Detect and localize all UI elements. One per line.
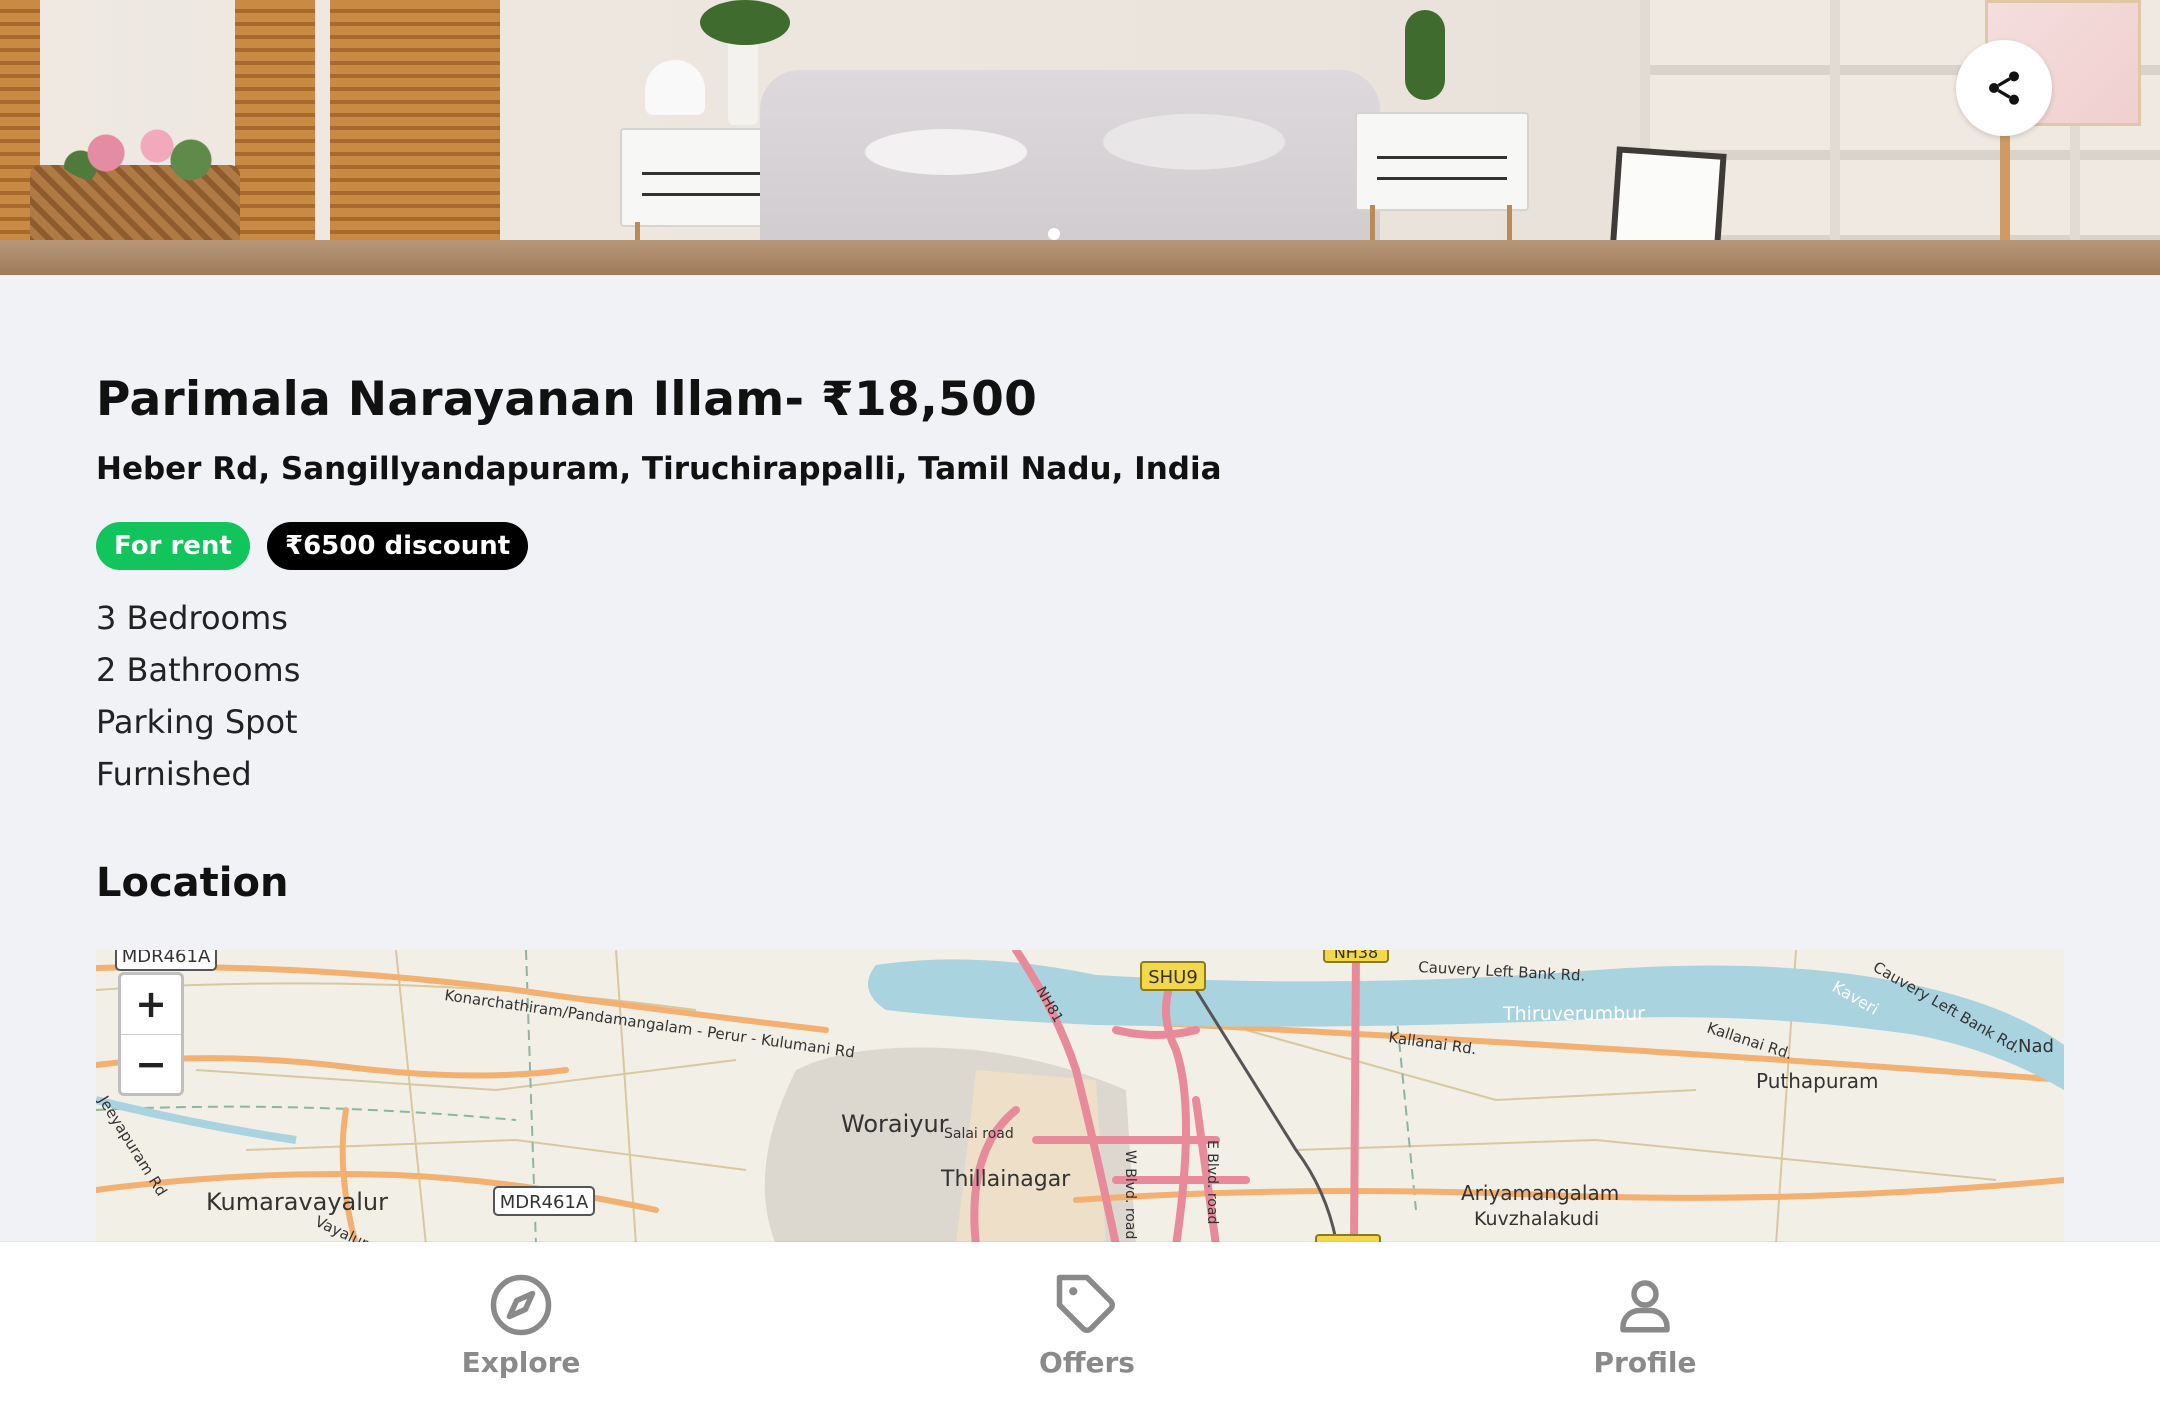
- share-icon: [1989, 71, 2019, 105]
- map-shield-shu9: SHU9: [1140, 961, 1206, 991]
- location-map[interactable]: MDR461A MDR461A SHU9 NH38 Konarchathiram…: [96, 950, 2064, 1245]
- map-shield-nh: NH38: [1323, 950, 1389, 963]
- shutter: [330, 0, 500, 275]
- map-label-e-blvd: E Blvd. road: [1204, 1140, 1220, 1224]
- nav-offers[interactable]: Offers: [987, 1272, 1187, 1379]
- map-label-thiruverumbur: Thiruverumbur: [1502, 1003, 1645, 1025]
- feature-furnished: Furnished: [96, 755, 252, 793]
- listing-address: Heber Rd, Sangillyandapuram, Tiruchirapp…: [96, 451, 1222, 487]
- map-label-puthapuram: Puthapuram: [1756, 1069, 1879, 1093]
- nav-profile[interactable]: Profile: [1545, 1272, 1745, 1379]
- shutter: [235, 0, 315, 275]
- location-heading: Location: [96, 860, 289, 906]
- for-rent-badge: For rent: [96, 522, 250, 570]
- svg-text:MDR461A: MDR461A: [500, 1192, 589, 1213]
- compass-icon: [490, 1274, 552, 1336]
- map-shield-mdr-top: MDR461A: [115, 950, 217, 971]
- hero-floor: [0, 240, 2160, 275]
- svg-text:SHU9: SHU9: [1148, 967, 1198, 988]
- map-label-ariyamangalam: Ariyamangalam: [1461, 1181, 1619, 1205]
- discount-badge: ₹6500 discount: [267, 522, 529, 570]
- share-button[interactable]: [1956, 40, 2052, 136]
- map-zoom-control: + −: [118, 972, 184, 1096]
- map-label-kuvzhalakudi: Kuvzhalakudi: [1474, 1208, 1599, 1230]
- map-shield-mdr-mid: MDR461A: [493, 1186, 595, 1216]
- map-label-w-blvd: W Blvd. road: [1122, 1150, 1138, 1239]
- map-label-salai-road: Salai road: [944, 1126, 1014, 1142]
- feature-bathrooms: 2 Bathrooms: [96, 651, 301, 689]
- slide-indicator-dot[interactable]: [1048, 228, 1060, 240]
- map-label-nad: Nad: [2018, 1036, 2054, 1057]
- plant: [700, 0, 790, 45]
- lamp: [645, 60, 705, 115]
- zoom-in-button[interactable]: +: [121, 975, 181, 1035]
- plant: [1405, 10, 1445, 100]
- person-icon: [1620, 1280, 1670, 1333]
- nav-explore-label: Explore: [461, 1346, 581, 1379]
- feature-list: 3 Bedrooms 2 Bathrooms Parking Spot Furn…: [96, 598, 300, 806]
- hero-image: [0, 0, 2160, 275]
- svg-text:NH38: NH38: [1334, 950, 1378, 962]
- map-label-kallanai: Kallanai Rd.: [1387, 1028, 1477, 1058]
- nav-explore[interactable]: Explore: [421, 1272, 621, 1379]
- svg-text:MDR461A: MDR461A: [122, 950, 211, 967]
- map-canvas[interactable]: MDR461A MDR461A SHU9 NH38 Konarchathiram…: [96, 950, 2064, 1245]
- bottom-navigation: Explore Offers Profile: [0, 1242, 2160, 1413]
- map-label-vayalur: Vayalur: [312, 1212, 371, 1245]
- map-label-woraiyur: Woraiyur: [841, 1110, 949, 1138]
- listing-title: Parimala Narayanan Illam- ₹18,500: [96, 372, 1038, 427]
- nightstand-right: [1355, 112, 1529, 211]
- flowers: [55, 118, 225, 188]
- tag-icon: [1056, 1274, 1115, 1333]
- feature-bedrooms: 3 Bedrooms: [96, 599, 288, 637]
- nav-offers-label: Offers: [1039, 1346, 1135, 1379]
- zoom-out-button[interactable]: −: [121, 1035, 181, 1093]
- nav-profile-label: Profile: [1593, 1346, 1697, 1379]
- feature-parking: Parking Spot: [96, 703, 298, 741]
- map-label-kumaravayalur: Kumaravayalur: [206, 1188, 388, 1216]
- map-label-thillainagar: Thillainagar: [940, 1167, 1071, 1192]
